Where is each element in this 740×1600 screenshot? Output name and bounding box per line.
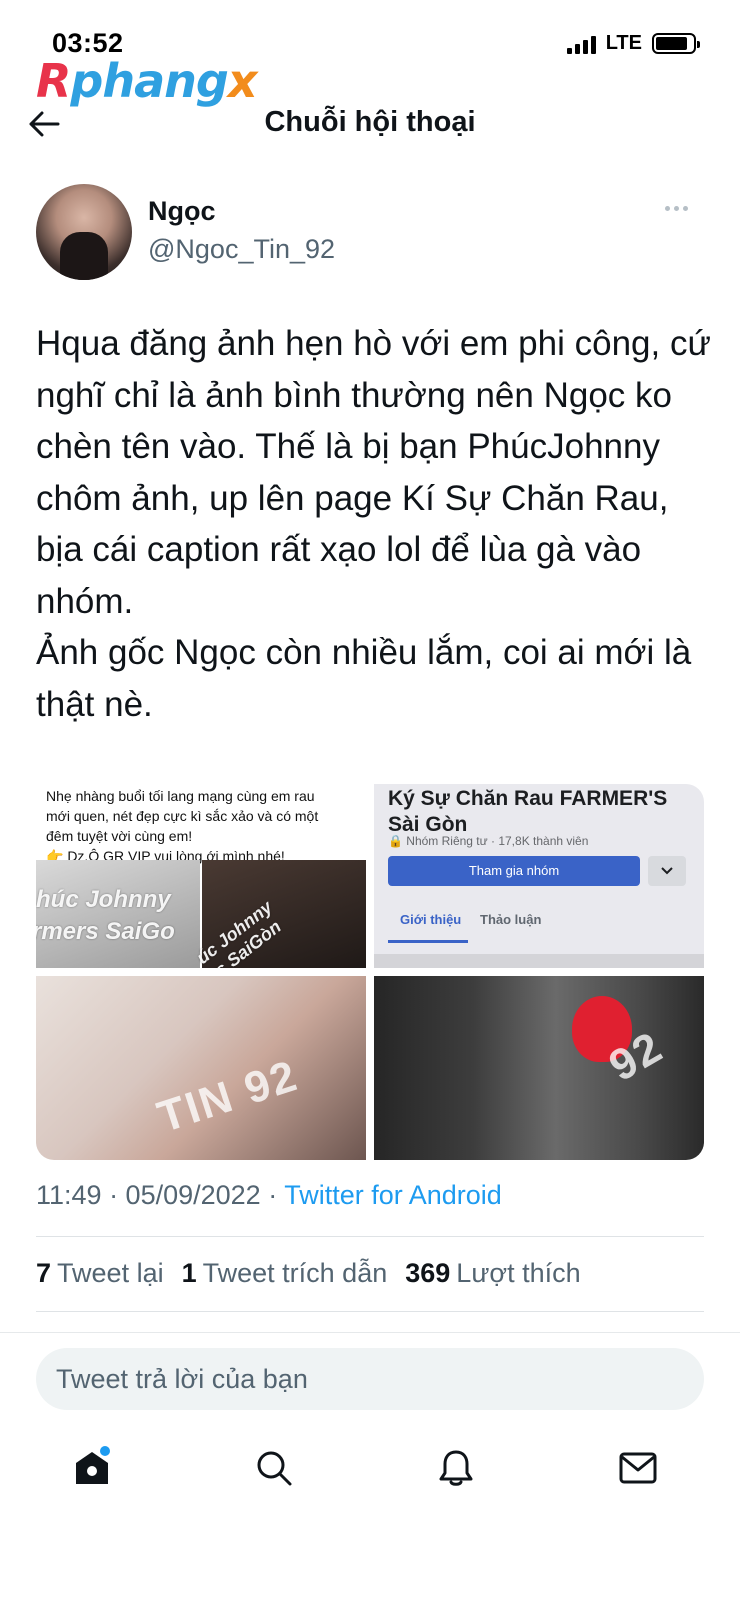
header: Chuỗi hội thoại (0, 96, 740, 156)
author-name[interactable]: Ngọc (148, 196, 216, 227)
more-options-icon[interactable] (665, 206, 688, 211)
likes-stat[interactable]: 369 Lượt thích (405, 1258, 580, 1289)
retweets-stat[interactable]: 7 Tweet lại (36, 1258, 164, 1289)
nav-messages[interactable] (610, 1440, 666, 1496)
mail-icon (619, 1452, 657, 1484)
nav-notifications[interactable] (428, 1440, 484, 1496)
tweet-text: Hqua đăng ảnh hẹn hò với em phi công, cứ… (36, 324, 711, 724)
media-grid: Nhẹ nhàng buổi tối lang mạng cùng em rau… (36, 784, 704, 1160)
bell-icon (439, 1450, 473, 1486)
tab-about: Giới thiệu (400, 912, 462, 927)
media-image-3[interactable]: TIN 92 (36, 976, 366, 1160)
tweet-stats: 7 Tweet lại 1 Tweet trích dẫn 369 Lượt thíc… (36, 1258, 581, 1289)
network-type: LTE (605, 32, 642, 54)
search-icon (257, 1451, 292, 1486)
page-title: Chuỗi hội thoại (264, 106, 476, 138)
media-image-4[interactable]: 92 (374, 976, 704, 1160)
chevron-down-icon (648, 856, 686, 886)
tab-discussion: Thảo luận (480, 912, 542, 927)
tweet-source-link[interactable]: Twitter for Android (284, 1180, 502, 1210)
group-title: Ký Sự Chăn Rau FARMER'S Sài Gòn (388, 787, 668, 836)
media-image-2[interactable]: Ký Sự Chăn Rau FARMER'S Sài Gòn 🔒 Nhóm R… (374, 784, 704, 968)
nav-search[interactable] (246, 1440, 302, 1496)
notification-dot (100, 1446, 110, 1456)
tweet-timestamp: 11:49 · 05/09/2022 · Twitter for Android (36, 1180, 502, 1210)
quotes-stat[interactable]: 1 Tweet trích dẫn (182, 1258, 388, 1289)
battery-icon (652, 33, 700, 54)
nav-home[interactable] (64, 1440, 120, 1496)
author-handle[interactable]: @Ngoc_Tin_92 (148, 234, 335, 265)
reply-input[interactable]: Tweet trả lời của bạn (36, 1348, 704, 1410)
post-snippet: Nhẹ nhàng buổi tối lang mạng cùng em rau… (46, 788, 319, 864)
group-meta: 🔒 Nhóm Riêng tư · 17,8K thành viên (388, 834, 589, 848)
signal-icon (566, 34, 596, 54)
join-group-button: Tham gia nhóm (388, 856, 640, 886)
bottom-nav (0, 1430, 740, 1510)
status-indicators: LTE (566, 32, 700, 55)
media-image-1[interactable]: Nhẹ nhàng buổi tối lang mạng cùng em rau… (36, 784, 366, 968)
avatar[interactable] (36, 184, 132, 280)
